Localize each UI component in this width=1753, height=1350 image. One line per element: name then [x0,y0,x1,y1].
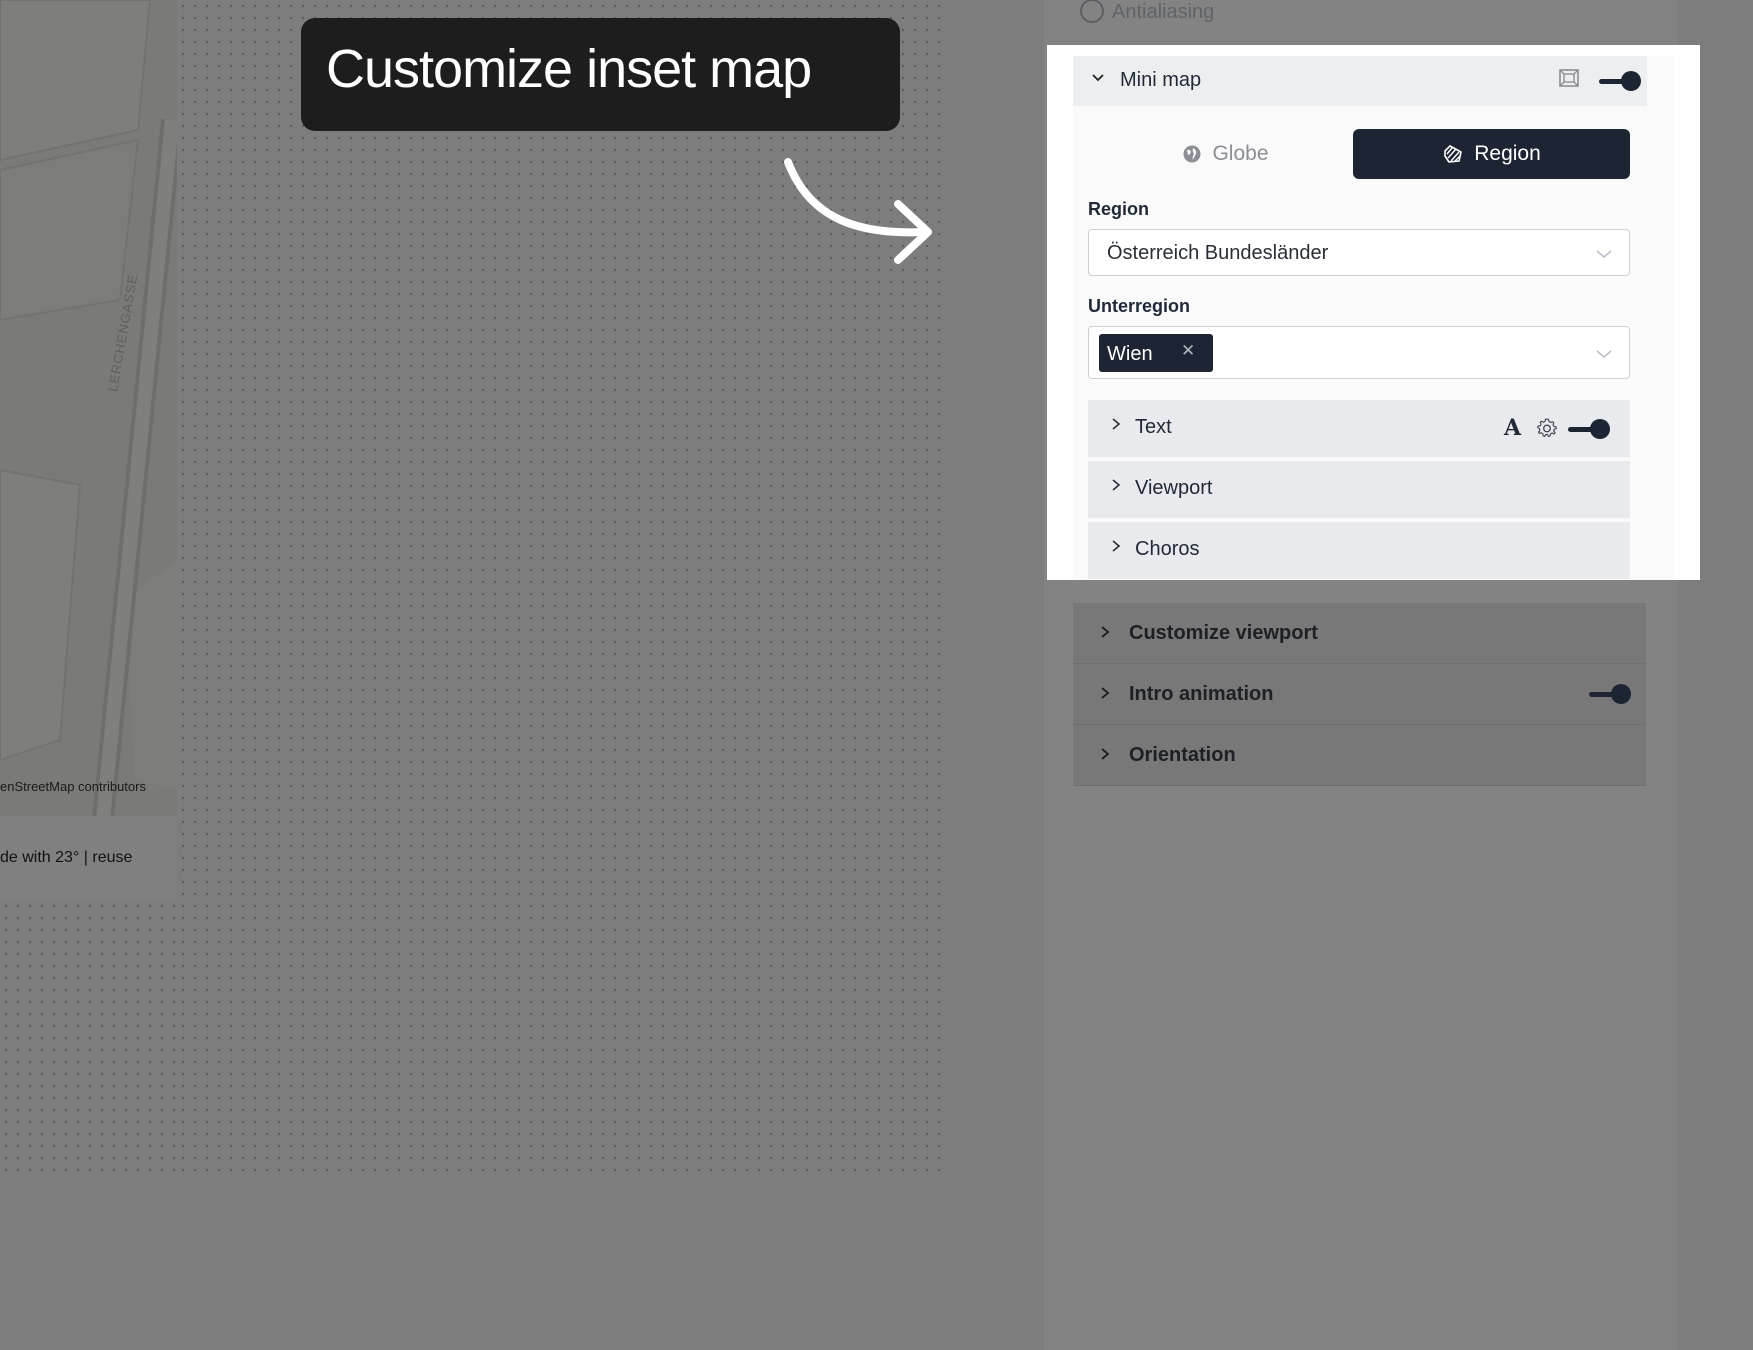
subsection-viewport[interactable]: Viewport [1088,461,1630,519]
mini-map-title: Mini map [1120,69,1202,91]
mini-map-header[interactable]: Mini map [1073,56,1647,106]
globe-icon [1183,145,1201,163]
text-toggle[interactable] [1568,418,1610,440]
close-icon[interactable]: ✕ [1181,341,1195,361]
font-icon[interactable]: A [1504,415,1521,441]
antialiasing-option[interactable]: Antialiasing [1080,0,1214,24]
callout-text: Customize inset map [326,39,812,99]
region-field-label: Region [1088,199,1149,219]
region-mode-button[interactable]: Region [1353,129,1630,179]
region-hatch-icon [1444,145,1463,163]
curved-arrow-icon [784,158,932,264]
map-canvas[interactable]: LERCHENGASSE enStreetMap contributors de… [0,0,177,900]
section-label: Orientation [1129,743,1236,766]
subregion-chip: Wien ✕ [1099,334,1213,372]
mini-map-section: Mini map Globe Region Region Österreich … [1073,56,1674,580]
subregion-multiselect[interactable]: Wien ✕ [1088,326,1630,379]
canvas-dot-grid-lower [0,900,177,1180]
chevron-down-icon[interactable] [1595,347,1613,365]
chip-label: Wien [1107,343,1153,365]
credit-text[interactable]: de with 23° | reuse [0,849,132,867]
chevron-right-icon [1099,623,1119,644]
map-attribution[interactable]: enStreetMap contributors [0,779,146,794]
radio-button[interactable] [1080,0,1104,23]
map-streets [0,0,177,900]
section-label: Customize viewport [1129,621,1318,644]
region-select[interactable]: Österreich Bundesländer [1088,229,1630,276]
subsection-label: Choros [1135,538,1200,560]
chevron-right-icon [1099,745,1119,766]
intro-animation-toggle[interactable] [1589,683,1631,705]
region-mode-label: Region [1474,142,1541,165]
mini-map-highlight: Mini map Globe Region Region Österreich … [1047,45,1700,580]
chevron-down-icon[interactable] [1595,247,1613,265]
gear-icon[interactable] [1536,417,1558,444]
section-customize-viewport[interactable]: Customize viewport [1073,603,1646,664]
section-orientation[interactable]: Orientation [1073,725,1646,786]
globe-mode-label: Globe [1212,142,1269,165]
subsection-label: Viewport [1135,477,1213,499]
section-label: Intro animation [1129,682,1274,705]
mini-map-toggle[interactable] [1599,70,1641,92]
subsection-label: Text [1135,416,1172,438]
globe-mode-button[interactable]: Globe [1088,129,1363,179]
antialiasing-label: Antialiasing [1112,0,1215,23]
chevron-right-icon [1099,684,1119,705]
chevron-right-icon [1110,539,1122,558]
subregion-field-label: Unterregion [1088,296,1191,316]
region-select-value: Österreich Bundesländer [1107,242,1329,264]
frame-icon[interactable] [1557,66,1581,95]
subsection-choros[interactable]: Choros [1088,522,1630,580]
chevron-right-icon [1110,478,1122,497]
section-intro-animation[interactable]: Intro animation [1073,664,1646,725]
chevron-right-icon [1110,417,1122,436]
chevron-down-icon[interactable] [1091,69,1105,89]
subsection-text[interactable]: Text A [1088,400,1630,458]
